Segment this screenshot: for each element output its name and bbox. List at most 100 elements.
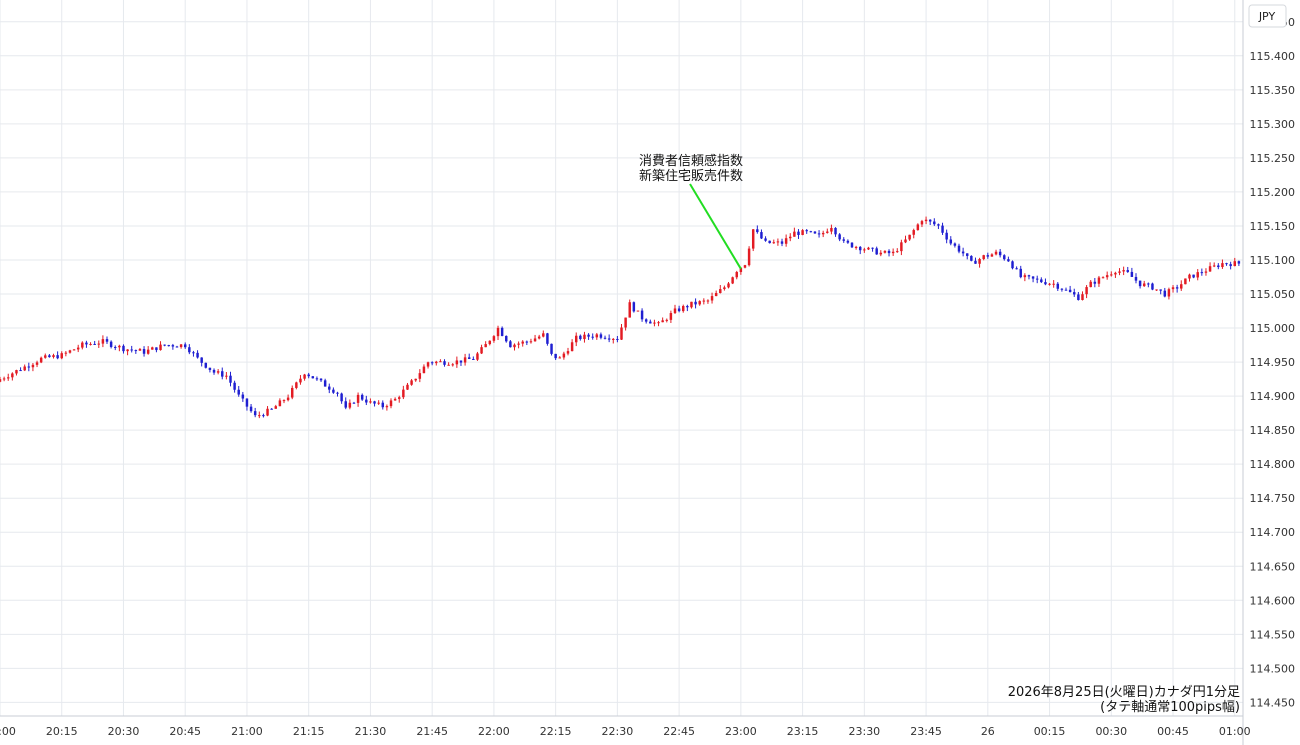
candle-body [1031,276,1035,279]
candle-body [286,397,290,401]
candle-body [789,236,792,239]
candle-body [805,230,808,232]
x-tick-label: 00:45 [1157,725,1189,738]
candle-body [307,374,310,377]
candle-body [994,251,998,255]
candle-body [60,353,63,359]
x-tick-label: 26 [981,725,995,738]
candle-body [253,411,257,416]
y-tick-label: 115.150 [1250,220,1296,233]
candle-body [764,238,767,241]
candles-layer [0,216,1241,419]
candle-body [665,319,669,321]
candle-body [937,224,940,226]
candle-body [1122,270,1125,272]
candle-body [772,242,776,244]
y-tick-label: 115.050 [1250,288,1296,301]
chart-grid [0,0,1243,716]
candle-body [760,232,763,239]
candle-body [694,301,697,305]
y-tick-label: 115.300 [1250,118,1296,131]
candle-body [883,250,887,253]
candle-body [171,345,175,347]
candle-body [85,342,88,345]
candle-body [756,229,759,233]
candle-body [1200,272,1204,274]
candle-body [118,345,121,348]
candle-body [970,255,973,261]
candle-body [492,336,496,341]
x-tick-label: 23:45 [910,725,942,738]
candle-body [447,364,450,366]
candle-body [966,253,969,256]
candle-body [398,397,401,399]
candle-body [1023,275,1027,278]
candle-body [377,402,380,404]
candle-body [793,231,796,237]
candle-body [426,362,430,367]
candle-body [747,248,751,266]
candle-body [360,394,364,400]
candle-body [459,360,463,363]
candle-body [1052,283,1055,285]
candle-body [505,335,508,342]
candle-body [443,361,446,365]
y-tick-label: 114.850 [1250,424,1296,437]
candle-body [1192,274,1195,278]
candle-body [1159,289,1162,291]
candle-body [1011,261,1014,269]
candle-body [282,400,286,402]
candle-body [1007,259,1010,262]
candle-body [1044,282,1047,285]
candle-body [842,239,845,241]
candle-body [1015,268,1018,270]
candle-body [591,336,594,338]
candle-body [554,353,557,359]
candle-body [1212,265,1216,267]
candle-body [949,239,953,244]
candle-body [1221,263,1224,268]
x-tick-label: 20:15 [46,725,78,738]
candle-body [68,350,72,353]
candle-body [846,240,850,243]
candle-body [328,386,331,390]
candle-body [690,301,693,308]
candle-body [1040,279,1043,283]
candle-body [982,255,985,260]
candle-body [1027,275,1031,277]
y-tick-label: 115.250 [1250,152,1296,165]
candle-body [677,308,681,312]
candle-body [644,319,648,322]
candle-body [1188,274,1191,279]
candle-body [879,252,883,255]
candle-body [751,229,755,249]
candle-body [122,345,125,352]
y-tick-label: 115.400 [1250,50,1296,63]
candle-body [488,340,492,345]
candle-body [1105,275,1109,278]
candle-body [640,310,644,320]
annotation-label-line2: 新築住宅販売件数 [639,168,743,184]
chart-caption-line2: (タテ軸通常100pips幅) [1100,700,1240,715]
candle-body [924,219,928,222]
candle-body [336,392,339,394]
candle-body [15,370,18,374]
candle-body [1064,289,1068,291]
candle-body [208,367,212,370]
candle-body [1114,272,1117,275]
candle-body [1019,268,1022,278]
candle-body [649,321,652,324]
candle-body [780,241,784,244]
candle-body [529,341,533,343]
candle-body [858,246,862,251]
y-tick-label: 114.600 [1250,594,1296,607]
candle-body [1089,281,1092,288]
candle-body [875,248,878,255]
candle-body [863,249,866,251]
candle-body [249,406,253,412]
candle-body [365,399,368,403]
y-tick-label: 115.100 [1250,254,1296,267]
candle-body [2,378,6,380]
candle-body [916,224,920,231]
candle-body [566,351,570,354]
